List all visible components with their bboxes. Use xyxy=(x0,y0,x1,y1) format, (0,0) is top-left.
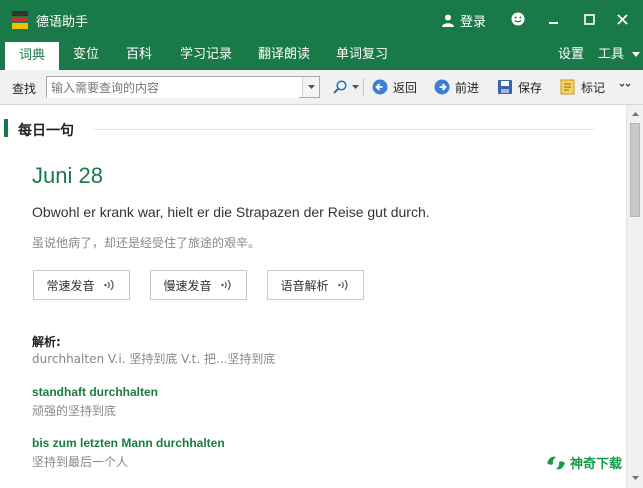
speech-analysis-button[interactable]: 语音解析 xyxy=(267,270,364,300)
search-toolbar: 查找 返回 前进 保存 xyxy=(0,70,643,105)
daily-sentence-panel: 每日一句 Juni 28 Obwohl er krank war, hielt … xyxy=(0,105,626,488)
search-label: 查找 xyxy=(12,82,37,96)
chinese-translation: 虽说他病了，却还是经受住了旅途的艰辛。 xyxy=(32,236,261,250)
tab-translate-read[interactable]: 翻译朗读 xyxy=(252,40,316,70)
toolbar-overflow-button[interactable] xyxy=(619,78,631,96)
tools-label: 工具 xyxy=(598,47,625,62)
tab-study-record[interactable]: 学习记录 xyxy=(174,40,238,70)
daily-date: Juni 28 xyxy=(32,163,103,188)
chevron-down-icon xyxy=(632,51,641,57)
chevron-down-icon xyxy=(352,84,359,89)
minimize-button[interactable] xyxy=(542,8,564,30)
site-watermark: 神奇下载 xyxy=(546,453,622,472)
search-combobox xyxy=(46,76,320,98)
back-arrow-icon xyxy=(372,79,388,95)
chevron-down-icon xyxy=(307,84,315,89)
save-label: 保存 xyxy=(518,80,543,95)
section-accent-bar xyxy=(4,119,8,137)
phrase-link[interactable]: bis zum letzten Mann durchhalten xyxy=(32,436,225,450)
app-title: 德语助手 xyxy=(36,15,89,30)
search-input[interactable] xyxy=(47,78,299,98)
minimize-icon xyxy=(548,21,558,24)
search-button[interactable] xyxy=(333,78,359,96)
bookmark-note-icon xyxy=(560,79,575,95)
watermark-text: 神奇下载 xyxy=(570,457,623,472)
login-button[interactable]: 登录 xyxy=(442,11,486,30)
section-divider xyxy=(94,129,594,130)
main-tab-bar: 词典 变位 百科 学习记录 翻译朗读 单词复习 设置 工具 xyxy=(0,40,643,70)
settings-menu[interactable]: 设置 xyxy=(558,40,584,70)
feedback-smiley-button[interactable] xyxy=(507,8,529,30)
slow-speed-audio-button[interactable]: 慢速发音 xyxy=(150,270,247,300)
sound-wave-icon xyxy=(103,279,114,291)
forward-label: 前进 xyxy=(455,80,480,95)
close-button[interactable] xyxy=(611,8,633,30)
tab-encyclopedia[interactable]: 百科 xyxy=(117,40,161,70)
slow-speed-label: 慢速发音 xyxy=(163,278,212,293)
phrase-meaning: 顽强的坚持到底 xyxy=(32,404,117,418)
normal-speed-label: 常速发音 xyxy=(46,278,95,293)
search-icon xyxy=(333,80,347,94)
back-label: 返回 xyxy=(393,80,418,95)
normal-speed-audio-button[interactable]: 常速发音 xyxy=(33,270,130,300)
tab-dictionary[interactable]: 词典 xyxy=(5,42,59,70)
toolbar-divider xyxy=(363,78,364,96)
save-button[interactable]: 保存 xyxy=(497,78,542,96)
maximize-button[interactable] xyxy=(578,8,600,30)
mark-button[interactable]: 标记 xyxy=(560,78,605,96)
speech-analysis-label: 语音解析 xyxy=(280,278,329,293)
sound-wave-icon xyxy=(220,279,231,291)
phrase-link[interactable]: standhaft durchhalten xyxy=(32,385,158,399)
close-icon xyxy=(616,13,628,25)
user-icon xyxy=(442,14,454,27)
tab-conjugation[interactable]: 变位 xyxy=(64,40,108,70)
analysis-definition: durchhalten V.i. 坚持到底 V.t. 把...坚持到底 xyxy=(32,352,276,366)
app-logo-icon xyxy=(12,11,28,29)
scroll-up-icon xyxy=(632,112,639,116)
tools-menu[interactable]: 工具 xyxy=(598,40,641,70)
title-bar: 德语助手 登录 xyxy=(0,0,643,40)
smiley-icon xyxy=(511,12,525,26)
forward-arrow-icon xyxy=(434,79,450,95)
sound-wave-icon xyxy=(337,279,348,291)
watermark-logo-icon xyxy=(547,456,565,469)
login-label: 登录 xyxy=(460,15,487,30)
analysis-label: 解析: xyxy=(32,335,61,349)
phrase-meaning: 坚持到最后一个人 xyxy=(32,455,129,469)
search-history-dropdown[interactable] xyxy=(302,77,319,97)
maximize-icon xyxy=(583,13,595,25)
vertical-scrollbar[interactable] xyxy=(626,105,643,488)
tab-word-review[interactable]: 单词复习 xyxy=(330,40,394,70)
scrollbar-thumb[interactable] xyxy=(630,123,640,217)
section-title: 每日一句 xyxy=(18,123,74,139)
german-sentence: Obwohl er krank war, hielt er die Strapa… xyxy=(32,204,430,220)
save-icon xyxy=(498,80,512,94)
chevron-double-down-icon xyxy=(619,83,631,87)
back-button[interactable]: 返回 xyxy=(372,78,417,96)
scroll-down-icon xyxy=(632,476,639,480)
mark-label: 标记 xyxy=(581,80,606,95)
forward-button[interactable]: 前进 xyxy=(434,78,479,96)
